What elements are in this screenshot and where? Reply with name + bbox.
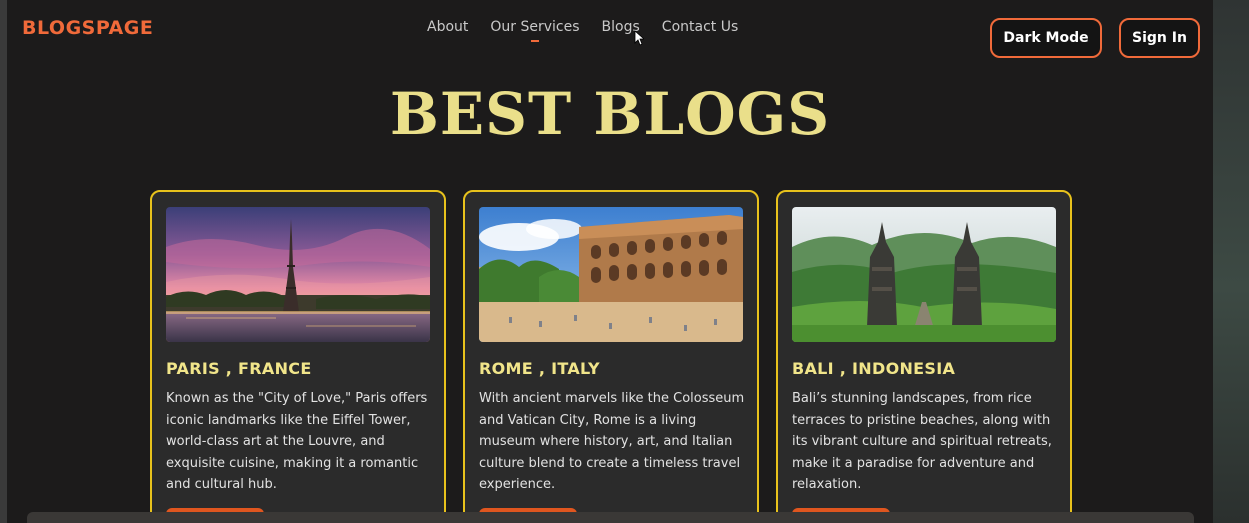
sign-in-button[interactable]: Sign In <box>1119 18 1200 58</box>
card-title: ROME , ITALY <box>479 359 600 378</box>
page-title: BEST BLOGS <box>389 80 831 148</box>
blog-card-rome: ROME , ITALY With ancient marvels like t… <box>463 190 759 523</box>
paris-image <box>166 207 430 342</box>
card-title: BALI , INDONESIA <box>792 359 956 378</box>
card-description: Known as the "City of Love," Paris offer… <box>166 391 428 493</box>
blog-card-paris: PARIS , FRANCE Known as the "City of Lov… <box>150 190 446 523</box>
card-title: PARIS , FRANCE <box>166 359 312 378</box>
card-description: With ancient marvels like the Colosseum … <box>479 391 745 493</box>
main-nav: About Our Services Blogs Contact Us <box>427 19 738 42</box>
nav-link-about[interactable]: About <box>427 19 468 35</box>
nav-link-contact-us[interactable]: Contact Us <box>662 19 738 35</box>
bottom-overlay-bar <box>27 512 1194 523</box>
blog-card-bali: BALI , INDONESIA Bali’s stunning landsca… <box>776 190 1072 523</box>
left-window-edge <box>0 0 7 523</box>
bali-image <box>792 207 1056 342</box>
site-logo[interactable]: BLOGSPAGE <box>22 17 153 39</box>
nav-link-our-services[interactable]: Our Services <box>490 19 580 42</box>
right-window-edge <box>1213 0 1249 523</box>
card-description: Bali’s stunning landscapes, from rice te… <box>792 391 1052 493</box>
mouse-cursor-icon <box>634 30 644 46</box>
rome-image <box>479 207 743 342</box>
dark-mode-button[interactable]: Dark Mode <box>990 18 1102 58</box>
page: BLOGSPAGE About Our Services Blogs Conta… <box>7 0 1213 523</box>
